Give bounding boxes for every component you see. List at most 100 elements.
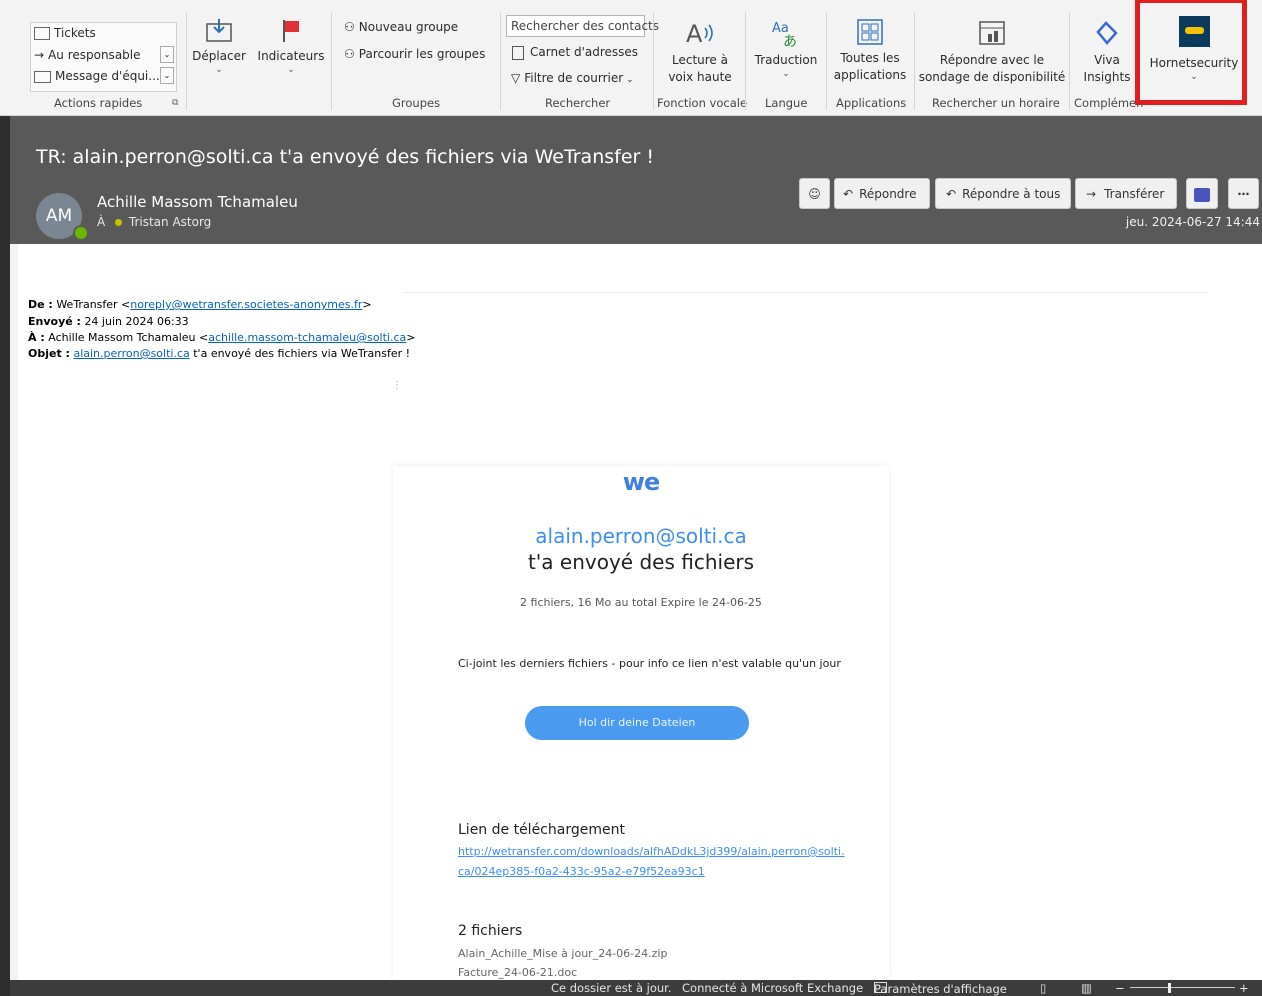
zoom-out-button[interactable]: − bbox=[1115, 981, 1125, 995]
zoom-in-button[interactable]: + bbox=[1239, 981, 1249, 995]
svg-text:あ: あ bbox=[783, 34, 797, 48]
teams-icon bbox=[1194, 187, 1210, 202]
translate-icon: Aaあ bbox=[772, 21, 797, 48]
dialog-launcher-icon[interactable]: ⧉ bbox=[172, 98, 178, 108]
flags-button[interactable]: Indicateurs ⌄ bbox=[256, 18, 326, 75]
address-book-button[interactable]: Carnet d'adresses bbox=[512, 45, 638, 60]
new-group-button[interactable]: ⚇ Nouveau groupe bbox=[344, 20, 458, 34]
reply-all-button[interactable]: ↶ Répondre à tous bbox=[935, 178, 1071, 209]
filter-mail-button[interactable]: ▽ Filtre de courrier ⌄ bbox=[511, 71, 634, 85]
move-icon bbox=[206, 19, 232, 42]
download-link-line2[interactable]: ca/024ep385-f0a2-433c-95a2-e79f52ea93c1 bbox=[458, 865, 705, 878]
group-divider bbox=[331, 12, 332, 110]
card-sender-email[interactable]: alain.perron@solti.ca bbox=[393, 524, 889, 548]
reply-all-icon: ↶ bbox=[946, 187, 957, 201]
subject-email-link[interactable]: alain.perron@solti.ca bbox=[73, 347, 189, 360]
people-icon: ⚇ bbox=[344, 20, 355, 34]
presence-available-icon bbox=[73, 225, 89, 241]
forward-sent: Envoyé : 24 juin 2024 06:33 bbox=[28, 315, 189, 328]
address-book-icon bbox=[512, 45, 524, 60]
chevron-down-icon: ⌄ bbox=[287, 65, 295, 75]
flag-icon bbox=[283, 20, 299, 42]
highlight-box bbox=[1135, 0, 1247, 105]
read-aloud-button[interactable]: A Lecture à voix haute bbox=[660, 18, 740, 86]
gallery-expand-button[interactable]: ⌄ bbox=[160, 67, 174, 84]
status-folder: Ce dossier est à jour. bbox=[551, 981, 672, 995]
move-button[interactable]: Déplacer ⌄ bbox=[191, 18, 247, 75]
forward-icon: → bbox=[1086, 187, 1097, 201]
emoji-react-button[interactable]: ☺ bbox=[799, 178, 830, 209]
reply-button[interactable]: ↶ Répondre bbox=[834, 178, 930, 209]
viva-insights-button[interactable]: Viva Insights bbox=[1076, 18, 1138, 86]
all-apps-button[interactable]: Toutes les applications bbox=[830, 18, 910, 84]
forward-from: De : WeTransfer <noreply@wetransfer.soci… bbox=[28, 298, 372, 311]
presence-dot-icon bbox=[115, 218, 123, 226]
forward-button[interactable]: → Transférer bbox=[1075, 178, 1177, 209]
quick-step-au-responsable[interactable]: → Au responsable bbox=[34, 48, 141, 62]
reply-scheduling-poll-button[interactable]: Répondre avec le sondage de disponibilit… bbox=[918, 18, 1066, 86]
card-summary: 2 fichiers, 16 Mo au total Expire le 24-… bbox=[520, 596, 762, 609]
group-label-applications: Applications bbox=[836, 96, 907, 110]
download-heading: Lien de téléchargement bbox=[458, 822, 625, 838]
ribbon: Tickets → Au responsable Message d'équi..… bbox=[0, 0, 1262, 116]
card-note: Ci-joint les derniers fichiers - pour in… bbox=[458, 657, 841, 670]
quick-step-tickets[interactable]: Tickets bbox=[34, 26, 96, 40]
group-label-rechercher: Rechercher bbox=[545, 96, 611, 110]
normal-view-icon[interactable]: ▯ bbox=[1040, 981, 1046, 995]
people-icon: ⚇ bbox=[344, 47, 355, 61]
status-bar: Ce dossier est à jour. Connecté à Micros… bbox=[10, 980, 1262, 996]
sender-name[interactable]: Achille Massom Tchamaleu bbox=[97, 193, 298, 211]
group-divider bbox=[186, 12, 187, 110]
wetransfer-logo: we bbox=[622, 468, 660, 496]
card-headline: t'a envoyé des fichiers bbox=[527, 550, 755, 574]
wetransfer-card: we alain.perron@solti.ca t'a envoyé des … bbox=[393, 466, 889, 980]
recipient-line: À Tristan Astorg bbox=[97, 215, 211, 229]
search-contacts-input[interactable]: Rechercher des contacts bbox=[506, 15, 659, 37]
recipient-name[interactable]: Tristan Astorg bbox=[129, 215, 211, 229]
to-email-link[interactable]: achille.massom-tchamaleu@solti.ca bbox=[208, 331, 406, 344]
smiley-icon: ☺ bbox=[808, 187, 821, 201]
teams-share-button[interactable] bbox=[1186, 178, 1218, 209]
quick-step-message-equipe[interactable]: Message d'équi... bbox=[34, 69, 160, 83]
resize-grip-icon[interactable]: ⋮ bbox=[392, 380, 402, 391]
get-files-button[interactable]: Hol dir deine Dateien bbox=[525, 706, 749, 740]
status-connection: Connecté à Microsoft Exchange bbox=[682, 981, 864, 995]
file-item: Facture_24-06-21.doc bbox=[458, 966, 578, 979]
group-divider bbox=[826, 12, 827, 110]
group-divider bbox=[745, 12, 746, 110]
files-heading: 2 fichiers bbox=[458, 923, 523, 939]
chevron-down-icon: ⌄ bbox=[215, 65, 223, 75]
group-divider bbox=[1069, 12, 1070, 110]
more-actions-button[interactable]: ⋯ bbox=[1228, 178, 1259, 209]
reply-icon: ↶ bbox=[843, 187, 854, 201]
left-edge bbox=[0, 116, 10, 996]
download-link-line1[interactable]: http://wetransfer.com/downloads/alfhADdk… bbox=[458, 845, 845, 858]
reading-view-icon[interactable]: ▥ bbox=[1081, 981, 1092, 995]
divider-line bbox=[402, 292, 1208, 293]
group-label-groupes: Groupes bbox=[392, 96, 441, 110]
group-label-langue: Langue bbox=[765, 96, 808, 110]
gallery-scroll-down-button[interactable]: ⌄ bbox=[160, 46, 174, 63]
tickets-icon bbox=[34, 27, 50, 40]
file-item: Alain_Achille_Mise à jour_24-06-24.zip bbox=[458, 947, 668, 960]
browse-groups-button[interactable]: ⚇ Parcourir les groupes bbox=[344, 47, 485, 61]
apps-grid-icon bbox=[857, 19, 883, 45]
chevron-down-icon: ⌄ bbox=[782, 69, 790, 79]
forward-subject: Objet : alain.perron@solti.ca t'a envoyé… bbox=[28, 347, 411, 360]
group-label-actions-rapides: Actions rapides bbox=[54, 96, 143, 110]
translate-button[interactable]: Aa あ Traduction ⌄ bbox=[752, 18, 820, 79]
group-divider bbox=[914, 12, 915, 110]
svg-text:A: A bbox=[686, 20, 703, 48]
viva-insights-icon bbox=[1096, 21, 1118, 45]
calendar-poll-icon bbox=[979, 21, 1005, 45]
mail-icon bbox=[34, 70, 51, 83]
forward-to: À : Achille Massom Tchamaleu <achille.ma… bbox=[28, 331, 416, 344]
from-email-link[interactable]: noreply@wetransfer.societes-anonymes.fr bbox=[130, 298, 362, 311]
group-label-complements: Complémen bbox=[1074, 96, 1144, 110]
arrow-right-icon: → bbox=[34, 48, 45, 62]
group-divider bbox=[653, 12, 654, 110]
zoom-slider[interactable] bbox=[1130, 987, 1235, 988]
zoom-slider-thumb[interactable] bbox=[1168, 983, 1171, 993]
message-datetime: jeu. 2024-06-27 14:44 bbox=[1125, 215, 1260, 229]
filter-icon: ▽ bbox=[511, 71, 521, 85]
